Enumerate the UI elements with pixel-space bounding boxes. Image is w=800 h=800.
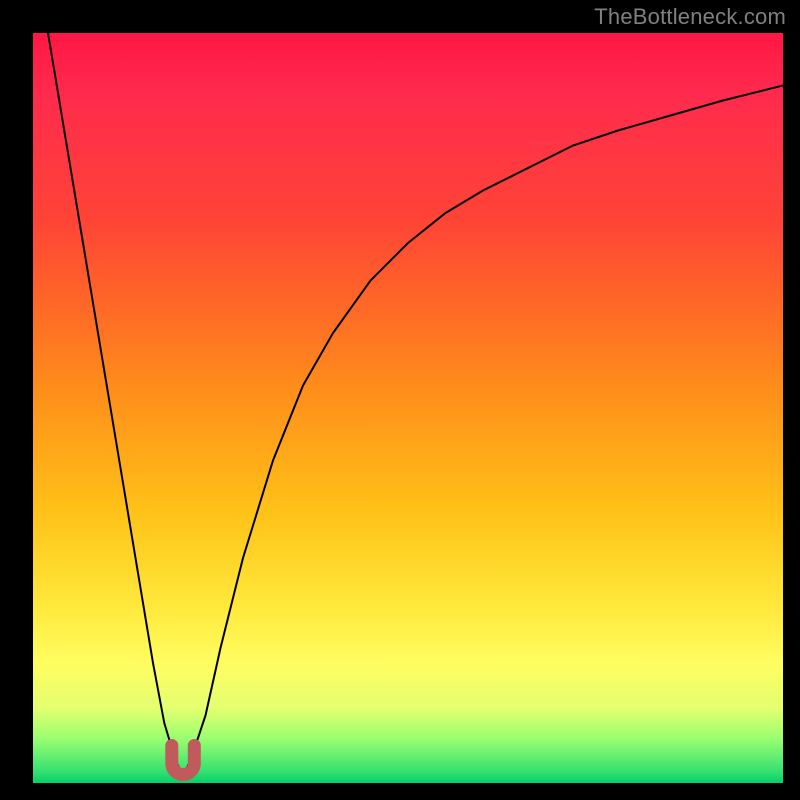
- bottleneck-curve: [48, 33, 783, 776]
- optimal-point-marker: [172, 746, 195, 775]
- outer-frame: TheBottleneck.com: [0, 0, 800, 800]
- plot-area: [33, 33, 783, 783]
- chart-svg: [33, 33, 783, 783]
- watermark-label: TheBottleneck.com: [594, 4, 786, 30]
